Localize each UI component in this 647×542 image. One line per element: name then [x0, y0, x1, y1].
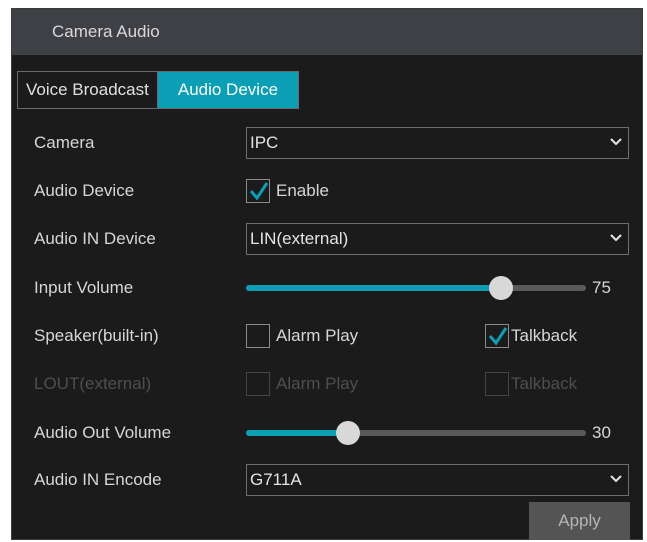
- speaker-alarm-play-checkbox[interactable]: Alarm Play: [246, 322, 358, 350]
- slider-fill: [246, 430, 348, 436]
- audio-in-encode-select-value: G711A: [250, 470, 302, 489]
- chevron-down-icon: [610, 138, 622, 146]
- lout-alarm-play-checkbox: Alarm Play: [246, 370, 358, 398]
- audio-out-volume-label: Audio Out Volume: [34, 423, 172, 442]
- input-volume-value: 75: [592, 278, 611, 297]
- checkbox-box: [485, 324, 509, 348]
- tab-voice-broadcast[interactable]: Voice Broadcast: [17, 71, 157, 109]
- input-volume-label: Input Volume: [34, 278, 134, 297]
- lout-talkback-label: Talkback: [511, 374, 578, 393]
- tab-audio-device[interactable]: Audio Device: [156, 71, 300, 109]
- checkmark-icon: [488, 327, 508, 346]
- audio-in-device-select-value: LIN(external): [250, 229, 349, 248]
- checkbox-box: [246, 372, 270, 396]
- audio-in-encode-label: Audio IN Encode: [34, 470, 162, 489]
- window-title: Camera Audio: [12, 9, 642, 55]
- lout-label: LOUT(external): [34, 374, 152, 393]
- audio-out-volume-slider[interactable]: [246, 421, 586, 445]
- checkbox-box: [485, 372, 509, 396]
- chevron-down-icon: [610, 234, 622, 242]
- audio-in-device-label: Audio IN Device: [34, 229, 156, 248]
- camera-label: Camera: [34, 133, 95, 152]
- checkmark-icon: [249, 182, 269, 201]
- audio-device-enable-label: Enable: [276, 181, 329, 200]
- slider-knob[interactable]: [489, 276, 513, 300]
- lout-talkback-checkbox: Talkback: [485, 370, 577, 398]
- lout-alarm-play-label: Alarm Play: [276, 374, 359, 393]
- camera-select[interactable]: IPC: [246, 127, 629, 159]
- audio-in-encode-select[interactable]: G711A: [246, 464, 629, 496]
- input-volume-slider[interactable]: [246, 276, 586, 300]
- chevron-down-icon: [610, 475, 622, 483]
- camera-select-value: IPC: [250, 133, 279, 152]
- speaker-talkback-checkbox[interactable]: Talkback: [485, 322, 577, 350]
- slider-knob[interactable]: [336, 421, 360, 445]
- speaker-talkback-label: Talkback: [511, 326, 578, 345]
- slider-fill: [246, 285, 501, 291]
- checkbox-box: [246, 179, 270, 203]
- audio-out-volume-value: 30: [592, 423, 611, 442]
- tab-bar: Voice Broadcast Audio Device: [17, 71, 300, 109]
- audio-in-device-select[interactable]: LIN(external): [246, 223, 629, 255]
- audio-device-enable-checkbox[interactable]: Enable: [246, 177, 329, 205]
- audio-device-label: Audio Device: [34, 181, 135, 200]
- speaker-alarm-play-label: Alarm Play: [276, 326, 359, 345]
- camera-audio-panel: Camera Audio Voice Broadcast Audio Devic…: [11, 8, 643, 540]
- apply-button[interactable]: Apply: [529, 502, 630, 540]
- speaker-label: Speaker(built-in): [34, 326, 159, 345]
- checkbox-box: [246, 324, 270, 348]
